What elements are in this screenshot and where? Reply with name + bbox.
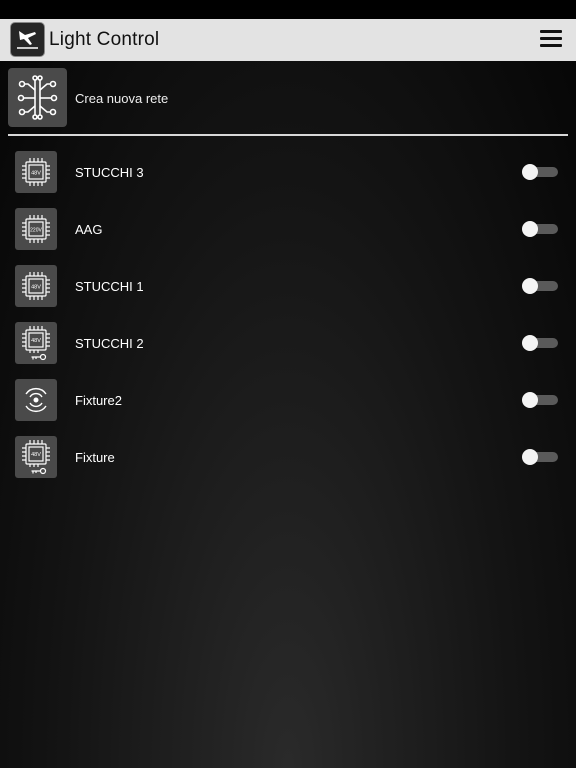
device-toggle[interactable]: [522, 392, 558, 408]
device-toggle[interactable]: [522, 335, 558, 351]
create-network-label: Crea nuova rete: [75, 91, 169, 106]
device-toggle[interactable]: [522, 164, 558, 180]
device-row[interactable]: 48V STUCCHI 1: [0, 264, 576, 321]
device-toggle[interactable]: [522, 449, 558, 465]
device-name: Fixture2: [75, 393, 122, 408]
device-row[interactable]: 220V AAG: [0, 207, 576, 264]
hamburger-menu-icon[interactable]: [540, 30, 562, 48]
svg-text:220V: 220V: [30, 228, 42, 234]
chip-key-icon: 48V: [15, 436, 57, 478]
svg-text:48V: 48V: [31, 338, 41, 344]
divider: [8, 134, 568, 136]
device-name: Fixture: [75, 450, 115, 465]
create-network-item[interactable]: Crea nuova rete: [8, 68, 568, 128]
device-toggle[interactable]: [522, 278, 558, 294]
chip-icon: 220V: [15, 208, 57, 250]
app-title: Light Control: [49, 29, 160, 50]
svg-text:48V: 48V: [31, 285, 41, 291]
svg-text:48V: 48V: [31, 452, 41, 458]
device-name: STUCCHI 3: [75, 165, 144, 180]
device-row[interactable]: 48V STUCCHI 2: [0, 321, 576, 378]
chip-icon: 48V: [15, 151, 57, 193]
title-bar: Light Control: [0, 19, 576, 61]
device-row[interactable]: 48V STUCCHI 3: [0, 150, 576, 207]
device-row[interactable]: 48V Fixture: [0, 435, 576, 492]
device-name: STUCCHI 1: [75, 279, 144, 294]
app-logo-icon: [10, 22, 45, 57]
device-list: 48V STUCCHI 3 220V AAG 48V STUCCHI 1 48V…: [0, 150, 576, 492]
chip-key-icon: 48V: [15, 322, 57, 364]
device-name: AAG: [75, 222, 103, 237]
chip-icon: 48V: [15, 265, 57, 307]
svg-text:48V: 48V: [31, 171, 41, 177]
status-bar: [0, 0, 576, 19]
device-toggle[interactable]: [522, 221, 558, 237]
network-tree-icon: [8, 68, 67, 127]
device-name: STUCCHI 2: [75, 336, 144, 351]
wireless-signal-icon: [15, 379, 57, 421]
device-row[interactable]: Fixture2: [0, 378, 576, 435]
